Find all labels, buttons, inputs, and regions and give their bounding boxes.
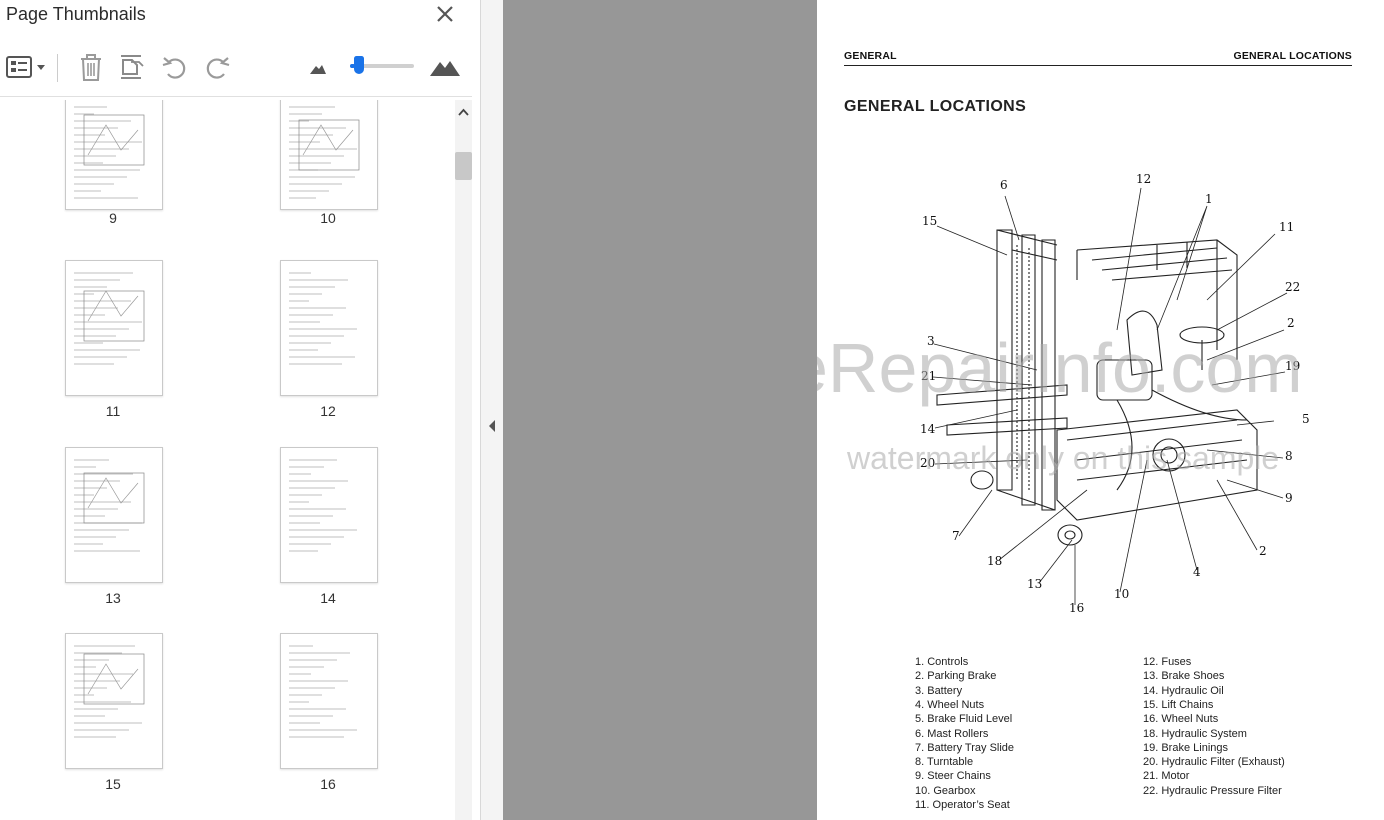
callout-number: 13 bbox=[1027, 577, 1043, 591]
small-mountain-icon[interactable] bbox=[308, 50, 328, 84]
toolbar-divider bbox=[57, 54, 58, 82]
legend-item: 10. Gearbox bbox=[915, 784, 976, 797]
legend-item: 15. Lift Chains bbox=[1143, 698, 1214, 711]
thumbnail-preview bbox=[289, 272, 357, 365]
callout-number: 16 bbox=[1069, 601, 1085, 615]
close-icon[interactable] bbox=[433, 2, 457, 26]
watermark-main: eRepairInfo.com bbox=[817, 329, 1303, 407]
callout-number: 14 bbox=[920, 422, 936, 436]
legend-item: 9. Steer Chains bbox=[915, 770, 991, 783]
trash-icon[interactable] bbox=[76, 50, 106, 84]
document-background bbox=[503, 0, 817, 820]
legend-item: 6. Mast Rollers bbox=[915, 727, 989, 740]
thumbnail-preview bbox=[289, 645, 357, 738]
rotate-right-icon[interactable] bbox=[202, 50, 232, 84]
thumbnail-preview bbox=[289, 106, 360, 199]
thumbnail-page-number: 13 bbox=[105, 590, 121, 606]
thumbnail-toolbar bbox=[0, 42, 472, 97]
callout-number: 15 bbox=[922, 214, 938, 228]
legend-item: 3. Battery bbox=[915, 684, 963, 697]
callout-leaders bbox=[932, 187, 1288, 605]
scrollbar[interactable] bbox=[455, 100, 472, 820]
collapse-arrow-icon[interactable] bbox=[487, 418, 497, 434]
large-mountain-icon[interactable] bbox=[428, 50, 462, 84]
callout-number: 8 bbox=[1285, 449, 1293, 463]
legend-item: 1. Controls bbox=[915, 656, 969, 668]
callout-number: 9 bbox=[1285, 491, 1293, 505]
scroll-up-icon[interactable] bbox=[457, 106, 470, 118]
thumbnail-preview bbox=[289, 459, 357, 552]
panel-title: Page Thumbnails bbox=[6, 4, 146, 24]
page-options-icon[interactable] bbox=[4, 50, 48, 84]
legend-item: 14. Hydraulic Oil bbox=[1143, 684, 1224, 697]
legend-item: 5. Brake Fluid Level bbox=[915, 713, 1013, 726]
legend-item: 18. Hydraulic System bbox=[1143, 727, 1247, 740]
page-thumbnail[interactable] bbox=[65, 100, 163, 210]
legend-item: 2. Parking Brake bbox=[915, 670, 997, 683]
callout-number: 7 bbox=[952, 529, 960, 543]
callout-number: 18 bbox=[987, 554, 1003, 568]
callout-number: 12 bbox=[1136, 172, 1152, 186]
legend-item: 12. Fuses bbox=[1143, 656, 1192, 668]
legend-item: 11. Operator’s Seat bbox=[915, 799, 1010, 811]
thumbnail-preview bbox=[74, 459, 145, 552]
page-thumbnail[interactable] bbox=[280, 447, 378, 583]
legend-item: 13. Brake Shoes bbox=[1143, 670, 1225, 683]
thumbnail-page-number: 11 bbox=[105, 403, 121, 419]
callout-number: 22 bbox=[1285, 280, 1301, 294]
callout-number: 5 bbox=[1302, 412, 1310, 426]
legend-item: 20. Hydraulic Filter (Exhaust) bbox=[1143, 756, 1285, 769]
callout-number: 11 bbox=[1279, 220, 1295, 234]
thumbnail-list: 9 10 11 12 13 14 15 16 bbox=[0, 100, 455, 820]
zoom-slider-handle[interactable] bbox=[354, 56, 364, 74]
page-thumbnail[interactable] bbox=[65, 447, 163, 583]
panel-collapse-gutter[interactable] bbox=[481, 0, 503, 820]
thumbnail-page-number: 10 bbox=[320, 210, 336, 226]
scrollbar-thumb[interactable] bbox=[455, 152, 472, 180]
thumbnail-page-number: 9 bbox=[109, 210, 117, 226]
thumbnail-preview bbox=[74, 645, 145, 738]
thumbnail-page-number: 14 bbox=[320, 590, 336, 606]
thumbnail-page-number: 12 bbox=[320, 403, 336, 419]
watermark-sub: watermark only on this sample bbox=[847, 440, 1280, 476]
legend-item: 8. Turntable bbox=[915, 756, 974, 769]
thumbnail-page-number: 16 bbox=[320, 776, 336, 792]
callout-number: 1 bbox=[1205, 192, 1213, 206]
thumbnail-preview bbox=[74, 272, 145, 365]
callout-number: 10 bbox=[1114, 587, 1130, 601]
callout-number: 6 bbox=[1000, 178, 1008, 192]
legend-item: 16. Wheel Nuts bbox=[1143, 713, 1219, 726]
thumbnail-page-number: 15 bbox=[105, 776, 121, 792]
callout-number: 4 bbox=[1193, 565, 1201, 579]
legend-item: 7. Battery Tray Slide bbox=[915, 741, 1015, 754]
page-thumbnail[interactable] bbox=[65, 260, 163, 396]
rotate-left-icon[interactable] bbox=[160, 50, 190, 84]
legend-item: 21. Motor bbox=[1143, 770, 1190, 783]
legend-item: 19. Brake Linings bbox=[1143, 741, 1228, 754]
page-thumbnail[interactable] bbox=[280, 260, 378, 396]
document-page: GENERAL GENERAL LOCATIONS GENERAL LOCATI… bbox=[817, 0, 1384, 820]
thumbnail-preview bbox=[74, 106, 145, 199]
zoom-slider[interactable] bbox=[350, 56, 414, 74]
legend-item: 22. Hydraulic Pressure Filter bbox=[1143, 784, 1282, 797]
callout-number: 2 bbox=[1259, 544, 1267, 558]
page-thumbnail[interactable] bbox=[280, 633, 378, 769]
legend-item: 4. Wheel Nuts bbox=[915, 698, 985, 711]
insert-page-icon[interactable] bbox=[117, 50, 147, 84]
page-thumbnail[interactable] bbox=[65, 633, 163, 769]
page-thumbnails-panel: Page Thumbnails 9 10 11 12 13 14 15 16 bbox=[0, 0, 481, 820]
page-thumbnail[interactable] bbox=[280, 100, 378, 210]
